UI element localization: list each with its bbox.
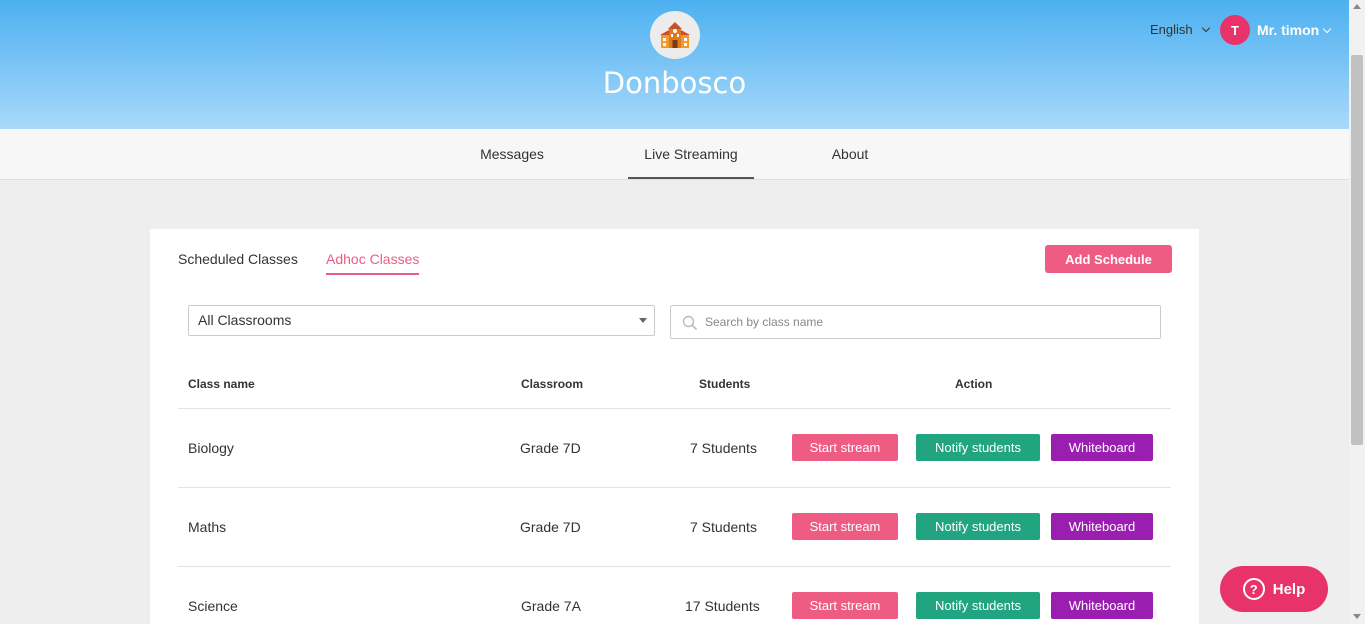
tab-adhoc-classes[interactable]: Adhoc Classes: [326, 251, 420, 275]
classroom-select[interactable]: All Classrooms: [188, 305, 655, 336]
classroom-select-value: All Classrooms: [198, 312, 292, 328]
school-building-icon: [660, 22, 690, 48]
class-name-cell: Science: [188, 598, 238, 614]
table-row: Biology Grade 7D 7 Students Start stream…: [178, 408, 1171, 487]
help-button[interactable]: ? Help: [1220, 566, 1328, 612]
language-label: English: [1150, 22, 1193, 37]
start-stream-button[interactable]: Start stream: [792, 592, 898, 619]
nav-about[interactable]: About: [820, 129, 880, 179]
chevron-down-icon: [1322, 24, 1332, 33]
nav-messages[interactable]: Messages: [472, 129, 552, 179]
user-menu[interactable]: T Mr. timon: [1220, 15, 1332, 45]
students-cell: 17 Students: [685, 598, 760, 614]
avatar: T: [1220, 15, 1250, 45]
school-name: Donbosco: [602, 66, 747, 100]
scroll-down-arrow-icon[interactable]: [1353, 614, 1361, 619]
header-banner: Donbosco English T Mr. timon: [0, 0, 1349, 129]
classroom-cell: Grade 7D: [520, 440, 581, 456]
search-icon: [682, 315, 698, 331]
tab-scheduled-classes[interactable]: Scheduled Classes: [178, 251, 298, 273]
search-box[interactable]: [670, 305, 1161, 339]
column-header-action: Action: [955, 377, 993, 391]
whiteboard-button[interactable]: Whiteboard: [1051, 592, 1153, 619]
notify-students-button[interactable]: Notify students: [916, 592, 1040, 619]
notify-students-button[interactable]: Notify students: [916, 513, 1040, 540]
column-header-class-name: Class name: [188, 377, 255, 391]
whiteboard-button[interactable]: Whiteboard: [1051, 434, 1153, 461]
table-row: Science Grade 7A 17 Students Start strea…: [178, 566, 1171, 624]
user-name: Mr. timon: [1257, 22, 1320, 38]
classes-card: Scheduled Classes Adhoc Classes Add Sche…: [150, 229, 1199, 624]
classroom-cell: Grade 7D: [520, 519, 581, 535]
caret-down-icon: [639, 318, 647, 323]
table-row: Maths Grade 7D 7 Students Start stream N…: [178, 487, 1171, 566]
add-schedule-button[interactable]: Add Schedule: [1045, 245, 1172, 273]
classroom-cell: Grade 7A: [521, 598, 581, 614]
language-selector[interactable]: English: [1150, 22, 1210, 37]
start-stream-button[interactable]: Start stream: [792, 434, 898, 461]
column-header-students: Students: [699, 377, 751, 391]
chevron-down-icon: [1201, 23, 1210, 33]
question-mark-icon: ?: [1242, 578, 1265, 600]
column-header-classroom: Classroom: [521, 377, 584, 391]
search-input[interactable]: [705, 306, 1145, 338]
students-cell: 7 Students: [690, 440, 757, 456]
help-label: Help: [1272, 580, 1306, 598]
scrollbar-thumb[interactable]: [1351, 55, 1363, 445]
nav-live-streaming[interactable]: Live Streaming: [628, 129, 754, 179]
students-cell: 7 Students: [690, 519, 757, 535]
scroll-up-arrow-icon[interactable]: [1353, 4, 1361, 9]
class-name-cell: Maths: [188, 519, 227, 535]
school-logo: [650, 11, 700, 59]
class-name-cell: Biology: [188, 440, 234, 456]
main-nav: Messages Live Streaming About: [0, 129, 1349, 180]
notify-students-button[interactable]: Notify students: [916, 434, 1040, 461]
start-stream-button[interactable]: Start stream: [792, 513, 898, 540]
whiteboard-button[interactable]: Whiteboard: [1051, 513, 1153, 540]
